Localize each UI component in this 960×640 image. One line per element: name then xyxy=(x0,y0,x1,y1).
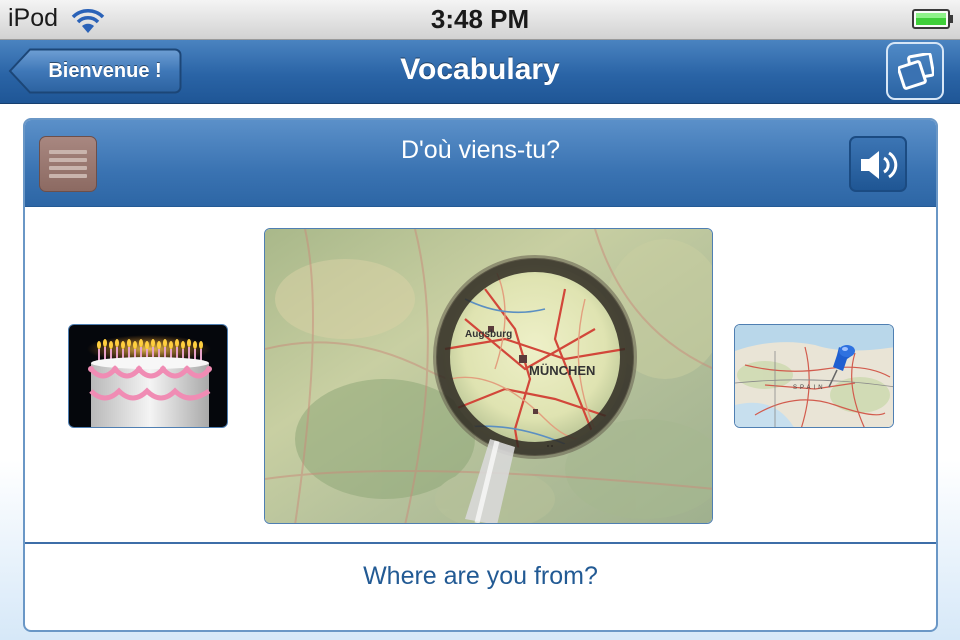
answer-text: Where are you from? xyxy=(363,562,598,590)
birthday-cake-image[interactable] xyxy=(68,324,228,428)
battery-icon xyxy=(912,9,953,29)
svg-text:Augsburg: Augsburg xyxy=(465,329,512,340)
map-pin-image[interactable]: SPAIN xyxy=(734,324,894,428)
card-header: D'où viens-tu? xyxy=(25,120,936,207)
card-divider xyxy=(25,542,936,544)
svg-text:MÜNCHEN: MÜNCHEN xyxy=(529,363,595,378)
menu-icon-line xyxy=(49,166,87,170)
magnifier-map-illustration: MÜNCHEN Augsburg Ö S T E xyxy=(265,229,712,523)
status-time: 3:48 PM xyxy=(430,4,530,34)
navigation-bar: Bienvenue ! Vocabulary xyxy=(0,40,960,104)
vocabulary-card: D'où viens-tu? MÜNCHEN Augsburg SPAIN Wh… xyxy=(23,118,938,632)
menu-icon-line xyxy=(49,174,87,178)
map-pin-illustration: SPAIN xyxy=(735,325,893,427)
birthday-cake-illustration xyxy=(87,335,212,427)
speaker-icon xyxy=(861,151,898,179)
svg-text:SPAIN: SPAIN xyxy=(793,385,826,391)
status-bar: iPod 3:48 PM xyxy=(0,0,960,40)
flashcards-icon xyxy=(898,53,934,90)
magnifier-map-image[interactable]: MÜNCHEN Augsburg Ö S T E xyxy=(264,228,713,524)
play-sound-button[interactable] xyxy=(849,136,907,192)
page-title: Vocabulary xyxy=(400,53,560,86)
question-text: D'où viens-tu? xyxy=(400,136,561,164)
flashcards-button[interactable] xyxy=(886,42,944,100)
